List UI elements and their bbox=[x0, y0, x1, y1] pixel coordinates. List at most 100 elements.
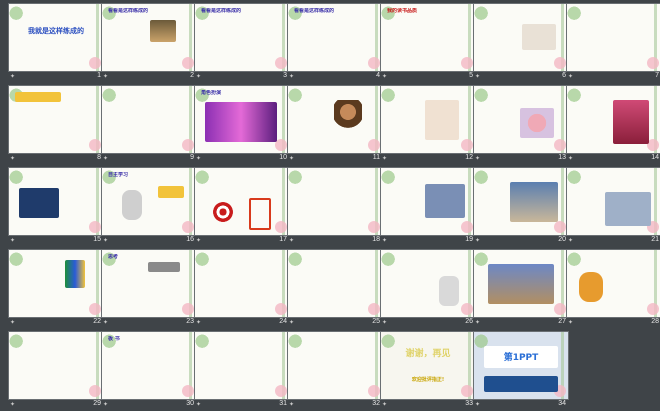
slide-thumbnail[interactable]: ✦ 15 bbox=[9, 168, 103, 247]
slide-thumbnail[interactable]: ✦ 24 bbox=[195, 250, 289, 329]
slide-preview[interactable] bbox=[567, 168, 660, 235]
slide-preview[interactable] bbox=[474, 86, 568, 153]
slide-thumbnail[interactable]: ✦ 28 bbox=[567, 250, 660, 329]
flower-decoration bbox=[182, 221, 194, 233]
slide-preview[interactable] bbox=[288, 332, 382, 399]
slide-preview[interactable] bbox=[9, 168, 103, 235]
slide-preview[interactable] bbox=[381, 168, 475, 235]
slide-preview[interactable]: 我就是这样练成的 bbox=[9, 4, 103, 71]
flower-decoration bbox=[461, 57, 473, 69]
slide-preview[interactable] bbox=[474, 168, 568, 235]
transition-icon: ✦ bbox=[289, 401, 295, 408]
slide-thumbnail[interactable]: ✦ 11 bbox=[288, 86, 382, 165]
slide-number: 11 bbox=[372, 154, 380, 161]
slide-thumbnail[interactable]: ✦ 26 bbox=[381, 250, 475, 329]
slide-thumbnail[interactable]: ✦ 6 bbox=[474, 4, 568, 83]
slide-preview[interactable] bbox=[288, 168, 382, 235]
slide-number: 10 bbox=[279, 154, 287, 161]
slide-preview[interactable]: 看看是这样练成的 bbox=[288, 4, 382, 71]
transition-icon: ✦ bbox=[10, 155, 16, 162]
slide-thumbnail[interactable]: ✦ 32 bbox=[288, 332, 382, 411]
slide-preview[interactable]: 看看是这样练成的 bbox=[102, 4, 196, 71]
leaf-decoration bbox=[288, 250, 304, 268]
leaf-decoration bbox=[567, 168, 583, 186]
slide-number: 1 bbox=[97, 72, 101, 79]
slide-thumbnail[interactable]: 看看是这样练成的 ✦ 3 bbox=[195, 4, 289, 83]
flower-decoration bbox=[368, 303, 380, 315]
slide-number: 12 bbox=[465, 154, 473, 161]
slide-thumbnail[interactable]: 第1PPT ✦ 34 bbox=[474, 332, 568, 411]
leaf-decoration bbox=[567, 86, 583, 104]
slide-thumbnail[interactable]: 看看是这样练成的 ✦ 2 bbox=[102, 4, 196, 83]
flower-decoration bbox=[461, 221, 473, 233]
slide-thumbnail[interactable]: ✦ 20 bbox=[474, 168, 568, 247]
slide-title: 看看是这样练成的 bbox=[294, 8, 335, 14]
slide-preview[interactable] bbox=[474, 250, 568, 317]
slide-number: 27 bbox=[558, 318, 566, 325]
slide-preview[interactable] bbox=[9, 250, 103, 317]
slide-thumbnail[interactable]: ✦ 7 bbox=[567, 4, 660, 83]
slide-thumbnail[interactable]: ✦ 27 bbox=[474, 250, 568, 329]
slide-thumbnail[interactable]: ✦ 14 bbox=[567, 86, 660, 165]
leaf-decoration bbox=[474, 86, 490, 104]
slide-preview[interactable] bbox=[567, 250, 660, 317]
slide-thumbnail[interactable]: ✦ 13 bbox=[474, 86, 568, 165]
slide-number: 34 bbox=[558, 400, 566, 407]
slide-preview[interactable] bbox=[567, 86, 660, 153]
slide-thumbnail[interactable]: ✦ 17 bbox=[195, 168, 289, 247]
slide-title: 板 书 bbox=[108, 336, 120, 342]
slide-preview[interactable] bbox=[195, 168, 289, 235]
slide-preview[interactable]: 谢谢，再见 欢迎批评指正! bbox=[381, 332, 475, 399]
slide-number: 25 bbox=[372, 318, 380, 325]
slide-thumbnail[interactable]: 思考 ✦ 23 bbox=[102, 250, 196, 329]
slide-preview[interactable]: 我的读书品质 bbox=[381, 4, 475, 71]
slide-preview[interactable] bbox=[9, 86, 103, 153]
slide-preview[interactable] bbox=[195, 332, 289, 399]
slide-thumbnail[interactable]: 板 书 ✦ 30 bbox=[102, 332, 196, 411]
flower-decoration bbox=[554, 303, 566, 315]
slide-preview[interactable]: 第1PPT bbox=[474, 332, 568, 399]
slide-preview[interactable] bbox=[567, 4, 660, 71]
slide-preview[interactable]: 自主学习 bbox=[102, 168, 196, 235]
flower-decoration bbox=[275, 57, 287, 69]
slide-preview[interactable] bbox=[474, 4, 568, 71]
slide-thumbnail[interactable]: ✦ 29 bbox=[9, 332, 103, 411]
slide-thumbnail[interactable]: ✦ 12 bbox=[381, 86, 475, 165]
slide-thumbnail[interactable]: ✦ 25 bbox=[288, 250, 382, 329]
slide-number: 8 bbox=[97, 154, 101, 161]
slide-thumbnail[interactable]: ✦ 19 bbox=[381, 168, 475, 247]
slide-thumbnail[interactable]: 角色扮演 ✦ 10 bbox=[195, 86, 289, 165]
slide-number: 14 bbox=[651, 154, 659, 161]
slide-preview[interactable] bbox=[288, 250, 382, 317]
slide-preview[interactable]: 思考 bbox=[102, 250, 196, 317]
transition-icon: ✦ bbox=[196, 155, 202, 162]
slide-preview[interactable] bbox=[102, 86, 196, 153]
slide-thumbnail[interactable]: 自主学习 ✦ 16 bbox=[102, 168, 196, 247]
slide-preview[interactable] bbox=[9, 332, 103, 399]
slide-preview[interactable]: 看看是这样练成的 bbox=[195, 4, 289, 71]
slide-thumbnail[interactable]: 看看是这样练成的 ✦ 4 bbox=[288, 4, 382, 83]
slide-preview[interactable] bbox=[288, 86, 382, 153]
leaf-decoration bbox=[288, 168, 304, 186]
slide-thumbnail[interactable]: ✦ 31 bbox=[195, 332, 289, 411]
transition-icon: ✦ bbox=[475, 155, 481, 162]
slide-thumbnail[interactable]: 我就是这样练成的 ✦ 1 bbox=[9, 4, 103, 83]
flower-decoration bbox=[89, 221, 101, 233]
slide-preview[interactable]: 板 书 bbox=[102, 332, 196, 399]
transition-icon: ✦ bbox=[568, 155, 574, 162]
slide-thumbnail[interactable]: ✦ 21 bbox=[567, 168, 660, 247]
flower-decoration bbox=[461, 139, 473, 151]
slide-thumbnail[interactable]: ✦ 8 bbox=[9, 86, 103, 165]
slide-title: 我的读书品质 bbox=[387, 8, 418, 14]
slide-preview[interactable]: 角色扮演 bbox=[195, 86, 289, 153]
slide-thumbnail[interactable]: 谢谢，再见 欢迎批评指正! ✦ 33 bbox=[381, 332, 475, 411]
slide-preview[interactable] bbox=[381, 250, 475, 317]
slide-thumbnail[interactable]: ✦ 22 bbox=[9, 250, 103, 329]
slide-thumbnail[interactable]: ✦ 9 bbox=[102, 86, 196, 165]
slide-preview[interactable] bbox=[381, 86, 475, 153]
slide-thumbnail[interactable]: 我的读书品质 ✦ 5 bbox=[381, 4, 475, 83]
flower-decoration bbox=[554, 139, 566, 151]
slide-number: 26 bbox=[465, 318, 473, 325]
slide-thumbnail[interactable]: ✦ 18 bbox=[288, 168, 382, 247]
slide-preview[interactable] bbox=[195, 250, 289, 317]
